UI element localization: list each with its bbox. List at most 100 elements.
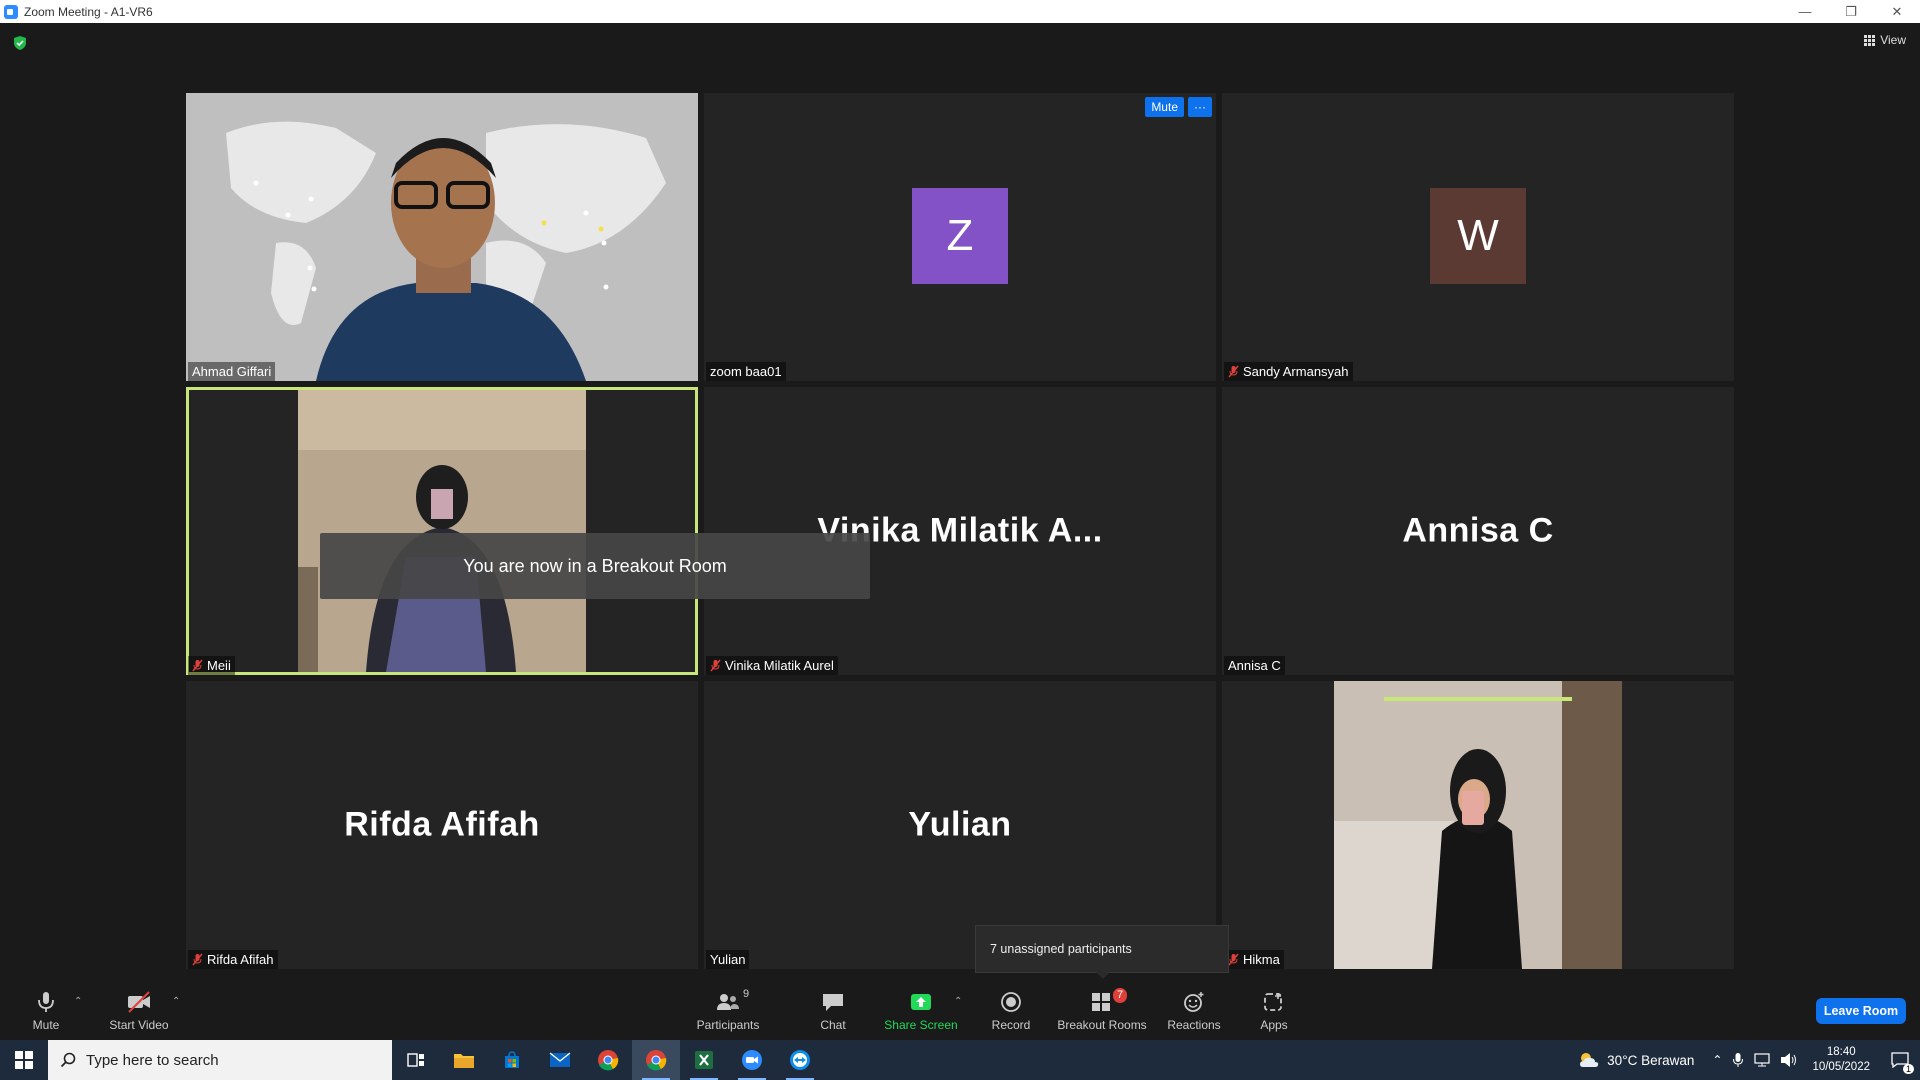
video-tile-zoom-baa01[interactable]: Mute ··· Z zoom baa01 xyxy=(704,93,1216,381)
participant-display-name: Annisa C xyxy=(1402,511,1554,550)
participant-name-tag: zoom baa01 xyxy=(706,362,786,381)
title-bar: Zoom Meeting - A1-VR6 — ❐ ✕ xyxy=(0,0,1920,23)
reactions-icon xyxy=(1184,992,1204,1012)
file-explorer-icon[interactable] xyxy=(440,1040,488,1080)
teamviewer-icon[interactable] xyxy=(776,1040,824,1080)
share-screen-button[interactable]: Share Screen xyxy=(880,982,962,1040)
mic-muted-icon xyxy=(1228,365,1239,378)
participant-name-tag: Sandy Armansyah xyxy=(1224,362,1353,381)
restore-icon[interactable]: ❐ xyxy=(1828,0,1874,23)
participant-video xyxy=(186,93,698,381)
breakout-rooms-icon xyxy=(1092,993,1110,1011)
tile-controls: Mute ··· xyxy=(1145,97,1212,117)
video-tile-ahmad-giffari[interactable]: Ahmad Giffari xyxy=(186,93,698,381)
apps-button[interactable]: Apps xyxy=(1252,982,1296,1040)
mail-icon[interactable] xyxy=(536,1040,584,1080)
weather-cloud-icon[interactable] xyxy=(1577,1050,1601,1070)
clock-time: 18:40 xyxy=(1826,1046,1856,1058)
zoom-window: Zoom Meeting - A1-VR6 — ❐ ✕ View Ahmad G… xyxy=(0,0,1920,1080)
video-tile-vinika-milatik-aurel[interactable]: Vinika Milatik A... Vinika Milatik Aurel xyxy=(704,387,1216,675)
mic-muted-icon xyxy=(192,659,203,672)
participant-video xyxy=(1222,681,1734,969)
leave-room-button[interactable]: Leave Room xyxy=(1816,998,1906,1024)
zoom-app-icon xyxy=(4,4,18,19)
zoom-taskbar-icon[interactable] xyxy=(728,1040,776,1080)
windows-start-button[interactable] xyxy=(0,1040,48,1080)
window-title: Zoom Meeting - A1-VR6 xyxy=(24,4,153,19)
video-tile-rifda-afifah[interactable]: Rifda Afifah Rifda Afifah xyxy=(186,681,698,969)
weather-text[interactable]: 30°C Berawan xyxy=(1607,1053,1694,1068)
avatar: W xyxy=(1430,188,1526,284)
system-tray: 30°C Berawan ⌃ 18:40 10/05/2022 1 xyxy=(1577,1040,1920,1080)
apps-icon xyxy=(1264,993,1282,1011)
minimize-icon[interactable]: — xyxy=(1782,0,1828,23)
action-center-button[interactable]: 1 xyxy=(1880,1040,1920,1080)
window-controls: — ❐ ✕ xyxy=(1782,0,1920,23)
video-tile-hikma[interactable]: Hikma xyxy=(1222,681,1734,969)
breakout-rooms-badge: 7 xyxy=(1113,988,1128,1003)
task-view-icon[interactable] xyxy=(392,1040,440,1080)
participants-count: 9 xyxy=(743,988,750,1000)
windows-taskbar: Type here to search 30°C Berawan ⌃ 18:40… xyxy=(0,1040,1920,1080)
participant-display-name: Rifda Afifah xyxy=(344,805,540,844)
windows-logo-icon xyxy=(15,1051,33,1069)
record-icon xyxy=(1001,992,1021,1012)
microphone-tray-icon[interactable] xyxy=(1732,1052,1744,1068)
grid-view-icon xyxy=(1864,34,1876,46)
mic-muted-icon xyxy=(192,953,203,966)
participant-name-tag: Hikma xyxy=(1224,950,1284,969)
mute-participant-button[interactable]: Mute xyxy=(1145,97,1184,117)
chrome-profile-icon[interactable] xyxy=(632,1040,680,1080)
mute-button[interactable]: Mute xyxy=(22,982,70,1040)
breakout-room-notification: You are now in a Breakout Room xyxy=(320,533,870,599)
participant-name-tag: Meii xyxy=(188,656,235,675)
meeting-toolbar: Mute ⌃ Start Video ⌃ Participants 9 Chat… xyxy=(0,982,1920,1040)
video-off-icon xyxy=(128,991,150,1013)
video-options-caret-icon[interactable]: ⌃ xyxy=(172,996,180,1007)
view-button[interactable]: View xyxy=(1864,33,1906,47)
unassigned-participants-popover[interactable]: 7 unassigned participants xyxy=(975,925,1229,979)
avatar: Z xyxy=(912,188,1008,284)
start-video-button[interactable]: Start Video xyxy=(104,982,174,1040)
participant-name-tag: Ahmad Giffari xyxy=(188,362,276,381)
video-tile-sandy-armansyah[interactable]: W Sandy Armansyah xyxy=(1222,93,1734,381)
taskbar-search-box[interactable]: Type here to search xyxy=(48,1040,392,1080)
audio-options-caret-icon[interactable]: ⌃ xyxy=(74,996,82,1007)
taskbar-clock[interactable]: 18:40 10/05/2022 xyxy=(1812,1045,1870,1075)
meeting-area: View Ahmad Giffari Mute ··· Z zoom baa01… xyxy=(0,23,1920,982)
participant-display-name: Yulian xyxy=(908,805,1012,844)
chrome-icon[interactable] xyxy=(584,1040,632,1080)
mic-muted-icon xyxy=(710,659,721,672)
volume-icon[interactable] xyxy=(1780,1052,1798,1068)
encryption-shield-icon[interactable] xyxy=(12,35,28,51)
participant-name-tag: Rifda Afifah xyxy=(188,950,278,969)
chat-icon xyxy=(823,994,843,1011)
microsoft-store-icon[interactable] xyxy=(488,1040,536,1080)
microphone-icon xyxy=(38,992,54,1012)
participant-name-tag: Annisa C xyxy=(1224,656,1285,675)
participant-name-tag: Vinika Milatik Aurel xyxy=(706,656,838,675)
search-icon xyxy=(60,1052,76,1068)
participant-video xyxy=(186,387,698,675)
participants-button[interactable]: Participants xyxy=(690,982,766,1040)
clock-date: 10/05/2022 xyxy=(1812,1061,1870,1073)
participants-icon xyxy=(717,994,739,1010)
share-options-caret-icon[interactable]: ⌃ xyxy=(954,996,962,1007)
chat-button[interactable]: Chat xyxy=(808,982,858,1040)
reactions-button[interactable]: Reactions xyxy=(1163,982,1225,1040)
video-tile-meii[interactable]: Meii xyxy=(186,387,698,675)
participant-name-tag: Yulian xyxy=(706,950,750,969)
breakout-rooms-button[interactable]: Breakout Rooms xyxy=(1055,982,1149,1040)
record-button[interactable]: Record xyxy=(985,982,1037,1040)
view-label: View xyxy=(1880,33,1906,47)
network-icon[interactable] xyxy=(1754,1053,1772,1067)
excel-icon[interactable] xyxy=(680,1040,728,1080)
search-placeholder: Type here to search xyxy=(86,1051,219,1069)
notification-count: 1 xyxy=(1902,1064,1914,1074)
show-hidden-icons-icon[interactable]: ⌃ xyxy=(1712,1053,1722,1067)
mic-muted-icon xyxy=(1228,953,1239,966)
more-options-button[interactable]: ··· xyxy=(1188,97,1212,117)
share-screen-icon xyxy=(911,994,931,1010)
close-icon[interactable]: ✕ xyxy=(1874,0,1920,23)
video-tile-annisa-c[interactable]: Annisa C Annisa C xyxy=(1222,387,1734,675)
